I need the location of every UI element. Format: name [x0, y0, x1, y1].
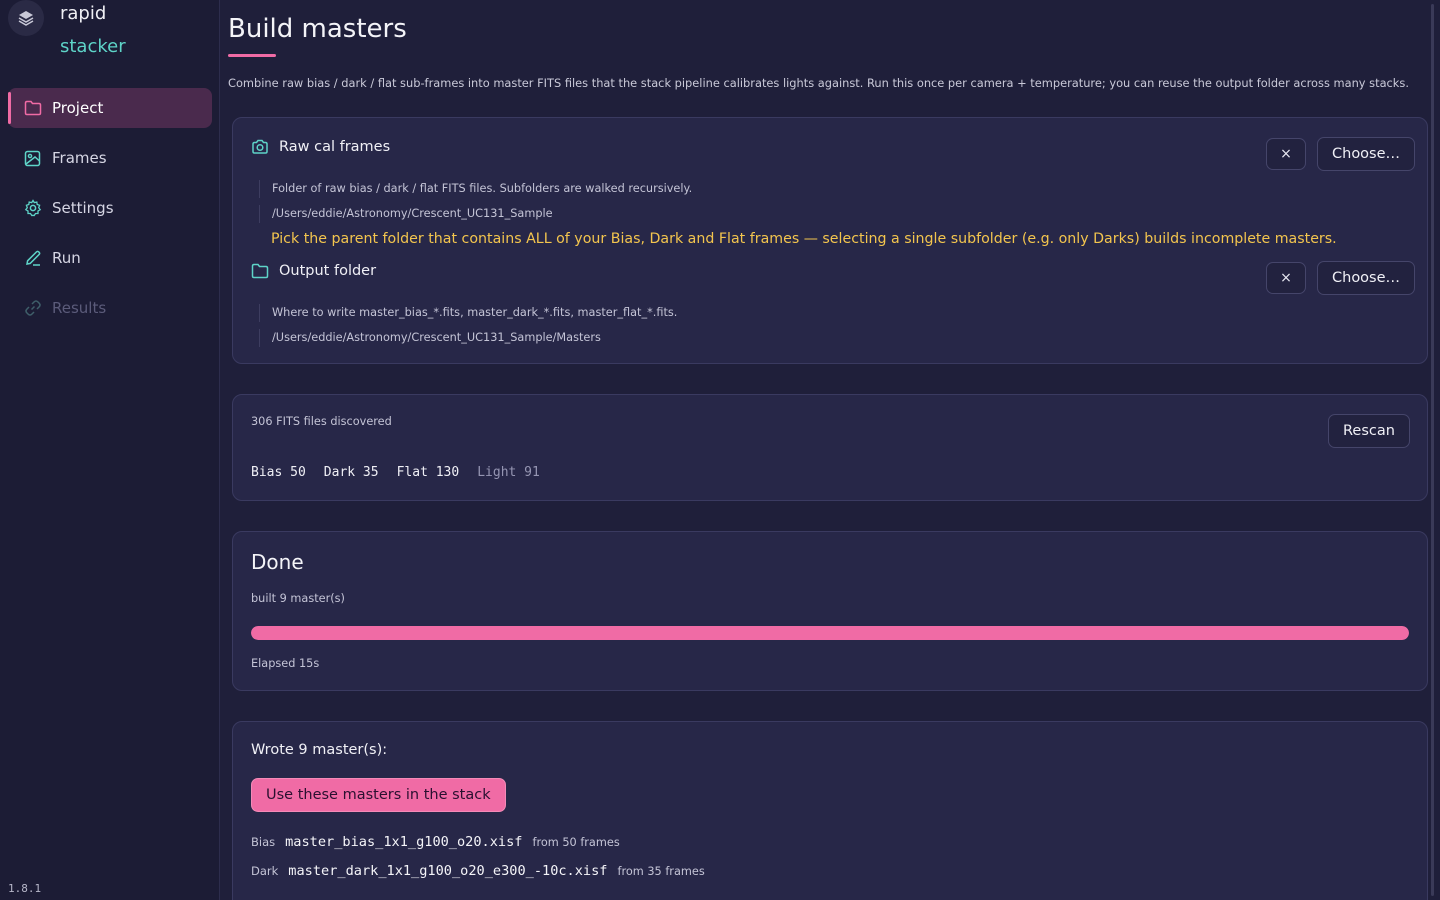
- stat-dark: Dark 35: [323, 465, 379, 480]
- master-source-count: from 35 frames: [617, 865, 705, 878]
- title-underline: [228, 54, 276, 57]
- image-icon: [24, 149, 42, 167]
- stat-flat: Flat 130: [396, 465, 460, 480]
- choose-raw-button[interactable]: Choose…: [1317, 137, 1416, 171]
- camera-icon: [251, 138, 269, 156]
- sidebar-item-label: Frames: [52, 149, 107, 167]
- brand-name: rapid: [60, 3, 107, 24]
- sidebar-item-label: Settings: [52, 199, 114, 217]
- discovered-count: 306 FITS files discovered: [251, 415, 392, 428]
- brand: rapid stacker: [8, 0, 208, 62]
- raw-frames-header: Raw cal frames: [251, 138, 390, 156]
- folder-icon: [24, 99, 42, 117]
- pen-icon: [24, 249, 42, 267]
- sidebar-item-settings[interactable]: Settings: [8, 188, 212, 228]
- progress-fill: [251, 626, 1409, 640]
- stat-bias: Bias 50: [251, 465, 306, 480]
- output-folder-label: Output folder: [279, 263, 377, 279]
- clear-output-button[interactable]: ×: [1266, 262, 1306, 294]
- sidebar-item-frames[interactable]: Frames: [8, 138, 212, 178]
- sidebar-item-label: Run: [52, 249, 81, 267]
- sidebar: rapid stacker Project Frames Settings Ru…: [0, 0, 220, 900]
- master-file: master_dark_1x1_g100_o20_e300_-10c.xisf: [288, 863, 608, 879]
- link-icon: [24, 299, 42, 317]
- sidebar-item-project[interactable]: Project: [8, 88, 212, 128]
- stat-light: Light 91: [477, 465, 540, 480]
- master-item: Bias master_bias_1x1_g100_o20.xisf from …: [251, 834, 620, 850]
- status-subtitle: built 9 master(s): [251, 592, 345, 605]
- page-title: Build masters: [228, 14, 407, 44]
- sidebar-item-results[interactable]: Results: [8, 288, 212, 328]
- frame-stats: Bias 50 Dark 35 Flat 130 Light 91: [251, 465, 558, 480]
- gear-icon: [24, 199, 42, 217]
- master-kind: Bias: [251, 835, 276, 849]
- sidebar-item-run[interactable]: Run: [8, 238, 212, 278]
- main-scrollbar[interactable]: [1431, 4, 1434, 896]
- output-folder-path: /Users/eddie/Astronomy/Crescent_UC131_Sa…: [259, 329, 601, 347]
- raw-frames-path: /Users/eddie/Astronomy/Crescent_UC131_Sa…: [259, 205, 553, 223]
- master-file: master_bias_1x1_g100_o20.xisf: [285, 834, 523, 850]
- raw-frames-hint: Folder of raw bias / dark / flat FITS fi…: [259, 180, 692, 198]
- output-folder-header: Output folder: [251, 262, 376, 280]
- brand-name-accent: stacker: [60, 36, 126, 57]
- logo-icon: [8, 0, 44, 36]
- choose-output-button[interactable]: Choose…: [1317, 261, 1416, 295]
- progress-bar: [251, 626, 1409, 640]
- master-item: Dark master_dark_1x1_g100_o20_e300_-10c.…: [251, 863, 705, 879]
- wrote-summary: Wrote 9 master(s):: [251, 742, 388, 758]
- sidebar-nav: Project Frames Settings Run Results: [8, 88, 212, 338]
- raw-frames-label: Raw cal frames: [279, 139, 391, 155]
- folder-icon: [251, 262, 269, 280]
- app-version: 1.8.1: [8, 882, 42, 895]
- status-card: Done built 9 master(s) Elapsed 15s: [232, 531, 1428, 691]
- rescan-button[interactable]: Rescan: [1328, 414, 1410, 448]
- sidebar-item-label: Project: [52, 99, 104, 117]
- clear-raw-button[interactable]: ×: [1266, 138, 1306, 170]
- main-content: Build masters Combine raw bias / dark / …: [228, 0, 1428, 900]
- raw-frames-warning: Pick the parent folder that contains ALL…: [271, 231, 1337, 247]
- use-masters-button[interactable]: Use these masters in the stack: [251, 778, 506, 812]
- elapsed-time: Elapsed 15s: [251, 657, 320, 670]
- master-source-count: from 50 frames: [532, 836, 620, 849]
- output-folder-hint: Where to write master_bias_*.fits, maste…: [259, 304, 677, 322]
- discovery-card: 306 FITS files discovered Rescan Bias 50…: [232, 394, 1428, 501]
- page-intro: Combine raw bias / dark / flat sub-frame…: [228, 76, 1409, 90]
- master-kind: Dark: [251, 864, 279, 878]
- status-title: Done: [251, 550, 304, 574]
- sidebar-item-label: Results: [52, 299, 107, 317]
- inputs-card: Raw cal frames × Choose… Folder of raw b…: [232, 117, 1428, 364]
- result-card: Wrote 9 master(s): Use these masters in …: [232, 721, 1428, 900]
